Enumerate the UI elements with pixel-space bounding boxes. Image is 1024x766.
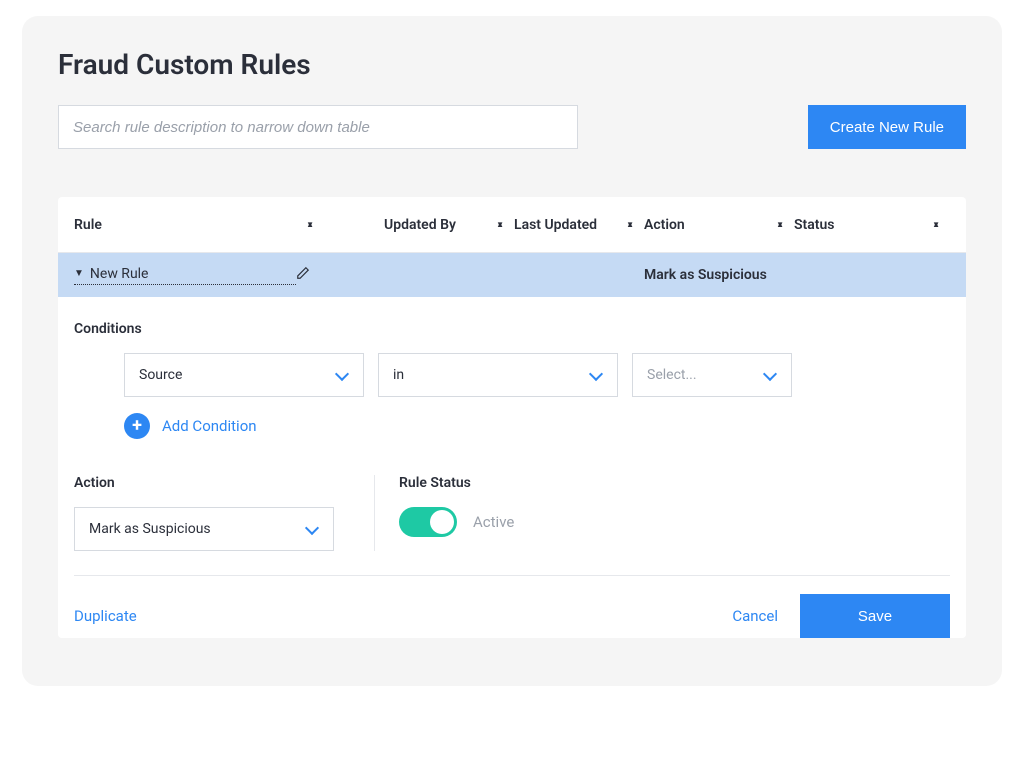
- col-header-label: Status: [794, 217, 834, 233]
- chevron-down-icon: [335, 368, 349, 382]
- footer-right: Cancel Save: [732, 594, 950, 638]
- col-header-status[interactable]: Status ▲▼: [794, 217, 950, 233]
- action-select[interactable]: Mark as Suspicious: [74, 507, 334, 551]
- rule-status-text: Active: [473, 513, 514, 531]
- col-header-action[interactable]: Action ▲▼: [644, 217, 794, 233]
- col-header-label: Last Updated: [514, 217, 597, 233]
- rule-status-toggle[interactable]: [399, 507, 457, 537]
- condition-operator-select[interactable]: in: [378, 353, 618, 397]
- col-header-label: Action: [644, 217, 685, 233]
- conditions-label: Conditions: [74, 321, 950, 337]
- rule-status-group: Rule Status Active: [374, 475, 950, 551]
- add-condition-button[interactable]: + Add Condition: [124, 413, 257, 439]
- select-value: Mark as Suspicious: [89, 521, 211, 537]
- condition-value-select[interactable]: Select...: [632, 353, 792, 397]
- action-status-row: Action Mark as Suspicious Rule Status Ac…: [74, 475, 950, 551]
- plus-icon: +: [124, 413, 150, 439]
- rules-table: Rule ▲▼ Updated By ▲▼ Last Updated ▲▼ Ac…: [58, 197, 966, 638]
- rule-status-label: Rule Status: [399, 475, 950, 491]
- duplicate-button[interactable]: Duplicate: [74, 607, 137, 625]
- rule-name-text: New Rule: [90, 266, 149, 282]
- caret-down-icon: ▼: [74, 268, 84, 279]
- chevron-down-icon: [305, 522, 319, 536]
- pencil-icon[interactable]: [296, 266, 310, 284]
- cell-rule: ▼ New Rule: [74, 266, 324, 285]
- table-row[interactable]: ▼ New Rule Mark as Suspicious: [58, 253, 966, 297]
- save-button[interactable]: Save: [800, 594, 950, 638]
- chevron-down-icon: [763, 368, 777, 382]
- cancel-button[interactable]: Cancel: [732, 607, 778, 625]
- chevron-down-icon: [589, 368, 603, 382]
- cell-action: Mark as Suspicious: [644, 267, 794, 283]
- toolbar: Create New Rule: [58, 105, 966, 149]
- rule-status-toggle-row: Active: [399, 507, 950, 537]
- condition-row: Source in Select...: [124, 353, 950, 397]
- page-title: Fraud Custom Rules: [58, 48, 966, 81]
- col-header-label: Rule: [74, 217, 102, 233]
- select-placeholder: Select...: [647, 367, 697, 383]
- col-header-label: Updated By: [384, 217, 456, 233]
- select-value: in: [393, 367, 404, 383]
- rule-name-editable[interactable]: ▼ New Rule: [74, 266, 296, 285]
- col-header-last-updated[interactable]: Last Updated ▲▼: [514, 217, 644, 233]
- col-header-updated-by[interactable]: Updated By ▲▼: [384, 217, 514, 233]
- action-label: Action: [74, 475, 374, 491]
- create-new-rule-button[interactable]: Create New Rule: [808, 105, 966, 149]
- rule-editor: Conditions Source in Select... + Add Con…: [58, 297, 966, 638]
- select-value: Source: [139, 367, 182, 383]
- search-input[interactable]: [58, 105, 578, 149]
- table-header: Rule ▲▼ Updated By ▲▼ Last Updated ▲▼ Ac…: [58, 197, 966, 253]
- editor-footer: Duplicate Cancel Save: [74, 575, 950, 638]
- condition-field-select[interactable]: Source: [124, 353, 364, 397]
- toggle-knob: [430, 510, 454, 534]
- col-header-rule[interactable]: Rule ▲▼: [74, 217, 324, 233]
- add-condition-label: Add Condition: [162, 417, 257, 435]
- page-container: Fraud Custom Rules Create New Rule Rule …: [22, 16, 1002, 686]
- action-group: Action Mark as Suspicious: [74, 475, 374, 551]
